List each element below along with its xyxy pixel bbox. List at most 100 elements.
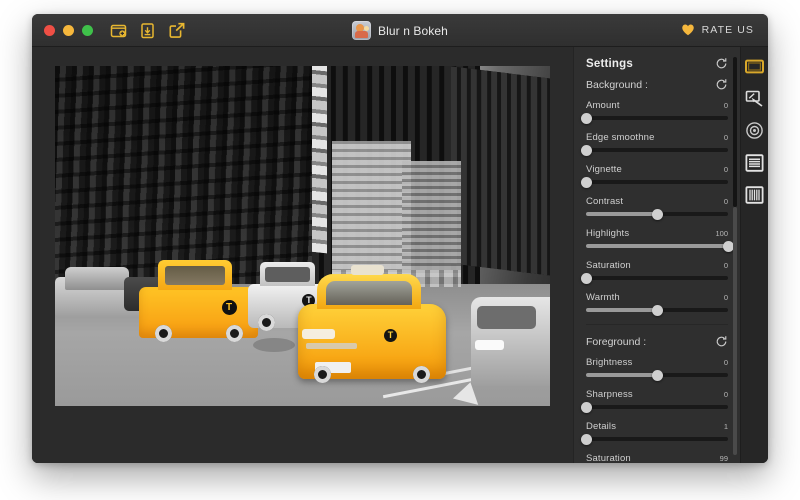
tool-rail bbox=[740, 47, 768, 463]
slider-track[interactable] bbox=[586, 276, 728, 280]
slider-label: Sharpness bbox=[586, 389, 633, 400]
slider-track[interactable] bbox=[586, 180, 728, 184]
slider-knob[interactable] bbox=[581, 273, 592, 284]
slider-track[interactable] bbox=[586, 244, 728, 248]
slider-knob[interactable] bbox=[652, 305, 663, 316]
app-window: Blur n Bokeh RATE US bbox=[32, 14, 768, 463]
slider-amount[interactable]: Amount 0 bbox=[586, 100, 728, 120]
linear-blur-tool[interactable] bbox=[745, 89, 764, 108]
settings-panel: Settings Background : bbox=[573, 47, 740, 463]
minimize-button[interactable] bbox=[63, 25, 74, 36]
slider-track[interactable] bbox=[586, 308, 728, 312]
share-image-icon bbox=[167, 21, 186, 40]
photo-car-silver-left-roof bbox=[65, 267, 129, 291]
settings-scrollbar-thumb[interactable] bbox=[733, 207, 737, 455]
slider-label: Warmth bbox=[586, 292, 620, 303]
photo-canvas[interactable] bbox=[55, 66, 550, 406]
slider-vignette[interactable]: Vignette 0 bbox=[586, 164, 728, 184]
open-image-icon bbox=[109, 21, 128, 40]
open-image-button[interactable] bbox=[108, 20, 129, 41]
slider-value: 0 bbox=[724, 101, 728, 110]
title-bar: Blur n Bokeh RATE US bbox=[32, 14, 768, 47]
slider-knob[interactable] bbox=[723, 241, 734, 252]
zoom-button[interactable] bbox=[82, 25, 93, 36]
slider-knob[interactable] bbox=[581, 434, 592, 445]
slider-knob[interactable] bbox=[652, 209, 663, 220]
slider-contrast[interactable]: Contrast 0 bbox=[586, 196, 728, 216]
slider-knob[interactable] bbox=[581, 113, 592, 124]
slider-warmth-background[interactable]: Warmth 0 bbox=[586, 292, 728, 312]
radial-blur-tool[interactable] bbox=[745, 121, 764, 140]
settings-header: Settings bbox=[586, 57, 728, 70]
slider-value: 0 bbox=[724, 197, 728, 206]
slider-value: 0 bbox=[724, 133, 728, 142]
photo-building-distant-b bbox=[402, 161, 461, 277]
photo-manhole bbox=[253, 338, 295, 352]
settings-scrollbar[interactable] bbox=[733, 57, 737, 455]
canvas-area bbox=[32, 47, 573, 463]
rectangular-blur-tool[interactable] bbox=[745, 57, 764, 76]
slider-value: 0 bbox=[724, 293, 728, 302]
rate-us-label: RATE US bbox=[702, 24, 754, 36]
slider-label: Details bbox=[586, 421, 616, 432]
slider-knob[interactable] bbox=[652, 370, 663, 381]
slider-track[interactable] bbox=[586, 148, 728, 152]
slider-highlights[interactable]: Highlights 100 bbox=[586, 228, 728, 248]
background-group-label: Background : bbox=[586, 79, 648, 91]
photo-building-distant-a bbox=[332, 141, 411, 277]
save-image-button[interactable] bbox=[137, 20, 158, 41]
slider-value: 0 bbox=[724, 390, 728, 399]
slider-track[interactable] bbox=[586, 437, 728, 441]
photo-building-far-right bbox=[451, 66, 550, 277]
slider-details[interactable]: Details 1 bbox=[586, 421, 728, 441]
close-button[interactable] bbox=[44, 25, 55, 36]
foreground-group-label: Foreground : bbox=[586, 336, 646, 348]
slider-label: Contrast bbox=[586, 196, 623, 207]
slider-saturation-background[interactable]: Saturation 0 bbox=[586, 260, 728, 280]
settings-reset-icon[interactable] bbox=[715, 57, 728, 70]
circle-target-icon bbox=[745, 121, 764, 140]
share-image-button[interactable] bbox=[166, 20, 187, 41]
app-icon bbox=[352, 21, 371, 40]
slider-knob[interactable] bbox=[581, 402, 592, 413]
settings-scrollbar-track bbox=[733, 57, 737, 207]
slider-value: 0 bbox=[724, 261, 728, 270]
desktop-background: Blur n Bokeh RATE US bbox=[0, 0, 800, 500]
slider-saturation-foreground[interactable]: Saturation 99 bbox=[586, 453, 728, 463]
foreground-group-header: Foreground : bbox=[586, 335, 728, 348]
photo-car-silver-right bbox=[471, 297, 550, 385]
foreground-reset-icon[interactable] bbox=[715, 335, 728, 348]
slider-track[interactable] bbox=[586, 116, 728, 120]
background-reset-icon[interactable] bbox=[715, 78, 728, 91]
tilt-shift-icon bbox=[745, 90, 764, 107]
vertical-blur-tool[interactable] bbox=[745, 185, 764, 204]
rectangle-icon bbox=[745, 59, 764, 74]
vertical-lines-icon bbox=[745, 186, 764, 204]
slider-label: Edge smoothne bbox=[586, 132, 655, 143]
slider-label: Vignette bbox=[586, 164, 622, 175]
slider-value: 100 bbox=[715, 229, 728, 238]
photo-taxi-camry bbox=[298, 304, 447, 379]
horizontal-lines-icon bbox=[745, 154, 764, 172]
slider-knob[interactable] bbox=[581, 145, 592, 156]
photo-taxi-suv bbox=[139, 287, 258, 338]
slider-track[interactable] bbox=[586, 373, 728, 377]
slider-track[interactable] bbox=[586, 212, 728, 216]
slider-label: Saturation bbox=[586, 453, 631, 463]
settings-content: Settings Background : bbox=[574, 47, 740, 463]
slider-knob[interactable] bbox=[581, 177, 592, 188]
slider-brightness[interactable]: Brightness 0 bbox=[586, 357, 728, 377]
slider-value: 1 bbox=[724, 422, 728, 431]
slider-track[interactable] bbox=[586, 405, 728, 409]
settings-title: Settings bbox=[586, 58, 633, 70]
traffic-light-group bbox=[44, 25, 93, 36]
slider-edge-smoothness[interactable]: Edge smoothne 0 bbox=[586, 132, 728, 152]
slider-sharpness[interactable]: Sharpness 0 bbox=[586, 389, 728, 409]
slider-label: Highlights bbox=[586, 228, 629, 239]
save-image-icon bbox=[138, 21, 157, 40]
slider-label: Brightness bbox=[586, 357, 632, 368]
horizontal-blur-tool[interactable] bbox=[745, 153, 764, 172]
section-divider bbox=[586, 324, 728, 325]
rate-us-button[interactable]: RATE US bbox=[681, 23, 754, 36]
titlebar-toolbar bbox=[108, 20, 187, 41]
